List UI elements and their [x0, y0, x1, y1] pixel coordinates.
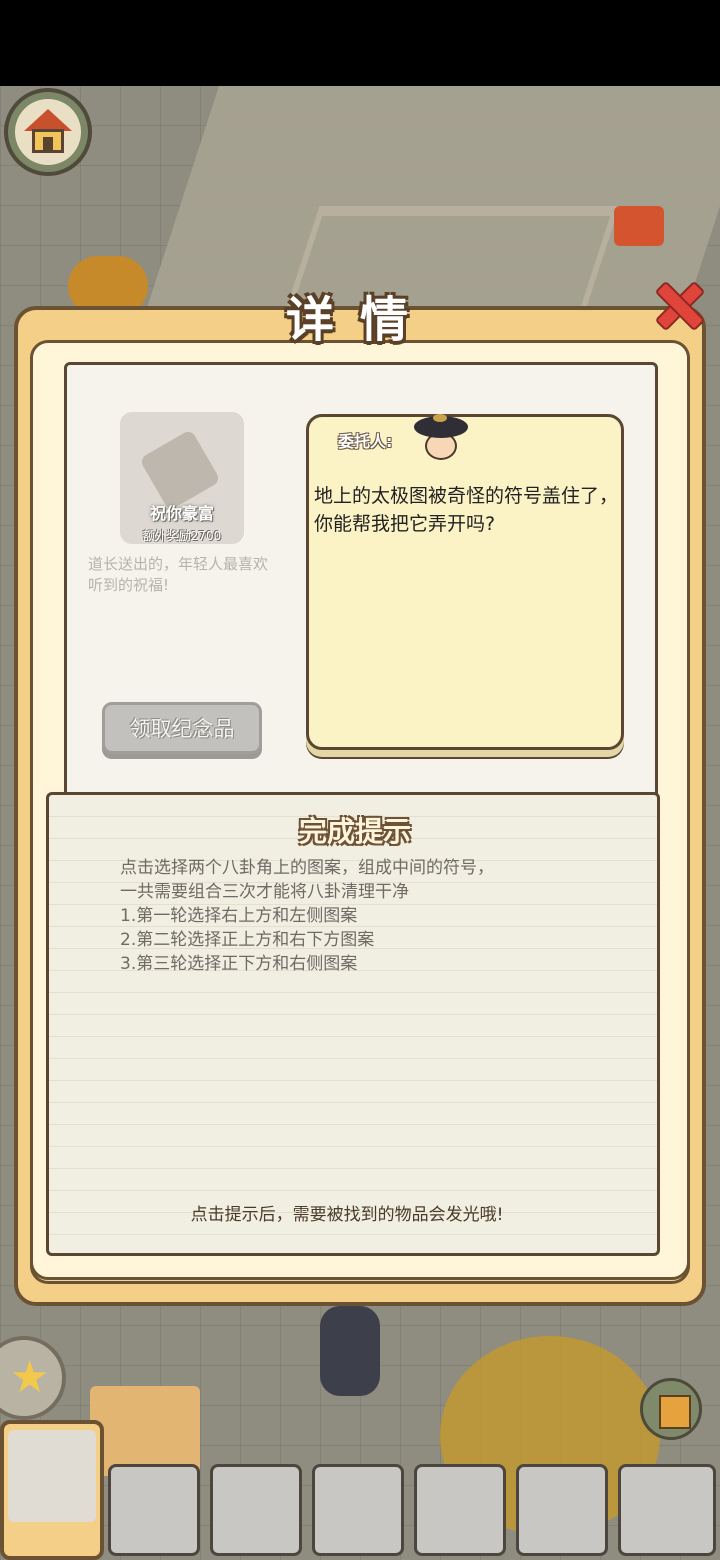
hint-line: 3.第三轮选择正下方和右侧图案 [120, 954, 358, 974]
quest-box [306, 414, 624, 750]
hint-title: 完成提示 [298, 815, 411, 848]
claim-souvenir-button[interactable]: 领取纪念品 [102, 702, 262, 754]
hint-line: 2.第二轮选择正上方和右下方图案 [120, 930, 375, 950]
inventory-slot[interactable] [312, 1464, 404, 1556]
reward-name: 祝你豪富 [149, 504, 214, 523]
book-icon[interactable] [640, 1378, 702, 1440]
inventory-slot[interactable] [414, 1464, 506, 1556]
home-button[interactable] [4, 88, 92, 176]
status-bar [0, 0, 720, 86]
hint-line: 点击选择两个八卦角上的图案，组成中间的符号， [120, 858, 494, 878]
scene-character [320, 1306, 380, 1396]
lucky-bag-icon [8, 1430, 96, 1522]
scene-suitcase [614, 206, 664, 246]
client-avatar [412, 414, 470, 464]
scene-box [90, 1386, 200, 1476]
close-icon[interactable] [652, 278, 704, 330]
star-icon: ★ [10, 1352, 50, 1403]
modal-title: 详情 [285, 292, 434, 348]
inventory-slot[interactable] [210, 1464, 302, 1556]
hint-line: 1.第一轮选择右上方和左侧图案 [120, 906, 358, 926]
inventory-slot[interactable] [108, 1464, 200, 1556]
reward-bonus: 额外奖励2700 [142, 529, 222, 543]
quest-description: 地上的太极图被奇怪的符号盖住了，你能帮我把它弄开吗? [314, 485, 619, 535]
inventory-slot[interactable] [516, 1464, 608, 1556]
inventory-slot[interactable] [618, 1464, 716, 1556]
client-label: 委托人: [338, 432, 393, 451]
home-icon [15, 99, 81, 165]
hint-line: 一共需要组合三次才能将八卦清理干净 [120, 882, 409, 902]
hint-footer: 点击提示后，需要被找到的物品会发光哦! [190, 1205, 504, 1225]
reward-description: 道长送出的，年轻人最喜欢听到的祝福! [88, 555, 269, 594]
